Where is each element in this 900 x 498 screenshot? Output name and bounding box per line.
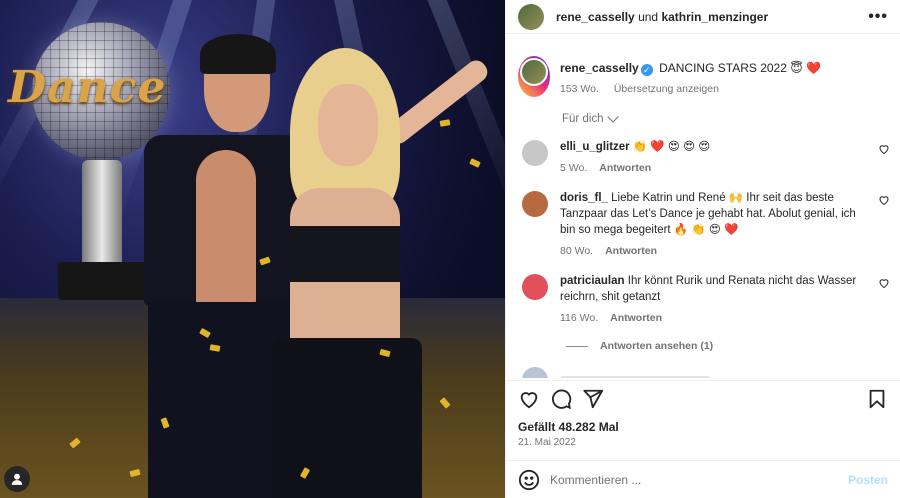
comment-input[interactable]	[550, 472, 848, 487]
more-dots-icon[interactable]: •••	[868, 8, 888, 26]
avatar	[520, 58, 548, 86]
view-replies-button[interactable]: Antworten ansehen (1)	[566, 340, 888, 352]
comment-icon[interactable]	[550, 388, 572, 410]
replies-divider	[566, 345, 588, 347]
post-sidebar: rene_casselly und kathrin_menzinger ••• …	[505, 0, 900, 498]
post-date: 21. Mai 2022	[518, 437, 576, 448]
comment-username[interactable]: patriciaulan	[560, 275, 625, 287]
author-avatar-story-ring[interactable]	[518, 56, 550, 97]
post-comment-button[interactable]: Posten	[848, 473, 888, 487]
comment-filter-label: Für dich	[562, 113, 604, 125]
avatar[interactable]	[522, 140, 548, 166]
like-comment-heart-icon[interactable]	[878, 277, 890, 289]
comment-item-partial	[518, 366, 888, 378]
comment-item: elli_u_glitzer 👏 ❤️ 😍 😍 😍 5 Wo. Antworten	[518, 139, 890, 176]
avatar[interactable]	[522, 191, 548, 217]
caption-time: 153 Wo.	[560, 83, 599, 95]
add-comment-bar: Posten	[506, 460, 900, 498]
caption-text: DANCING STARS 2022 😇 ❤️	[659, 61, 822, 75]
collaborator-link[interactable]: kathrin_menzinger	[661, 10, 768, 24]
caption-username[interactable]: rene_casselly	[560, 61, 639, 75]
avatar[interactable]	[522, 274, 548, 300]
comment-time: 80 Wo.	[560, 245, 594, 257]
comment-username[interactable]: elli_u_glitzer	[560, 141, 630, 153]
share-icon[interactable]	[582, 388, 604, 410]
post-photo[interactable]: Dance	[0, 0, 505, 498]
post-header: rene_casselly und kathrin_menzinger •••	[506, 0, 900, 34]
avatar[interactable]	[522, 367, 548, 378]
translate-link[interactable]: Übersetzung anzeigen	[614, 83, 719, 95]
female-dancer	[250, 48, 492, 498]
reply-button[interactable]: Antworten	[605, 245, 657, 257]
bookmark-icon[interactable]	[866, 388, 888, 410]
post-caption: rene_casselly ✓ DANCING STARS 2022 😇 ❤️ 1…	[518, 56, 888, 97]
comment-username[interactable]: doris_fl_	[560, 192, 608, 204]
like-comment-heart-icon[interactable]	[878, 194, 890, 206]
heart-icon[interactable]	[518, 388, 540, 410]
comment-text-cut-off	[560, 375, 710, 378]
reply-button[interactable]: Antworten	[610, 312, 662, 324]
post-action-bar	[506, 380, 900, 416]
author-link[interactable]: rene_casselly	[556, 10, 635, 24]
comment-item: doris_fl_ Liebe Katrin und René 🙌 Ihr se…	[518, 190, 890, 259]
like-comment-heart-icon[interactable]	[878, 143, 890, 155]
emoji-icon[interactable]	[518, 469, 540, 491]
comment-text: 👏 ❤️ 😍 😍 😍	[632, 141, 711, 153]
comment-filter-dropdown[interactable]: Für dich	[562, 111, 888, 125]
chevron-down-icon	[606, 111, 619, 123]
authors-conjunction: und	[638, 9, 659, 24]
reply-button[interactable]: Antworten	[599, 162, 651, 174]
comment-time: 116 Wo.	[560, 312, 599, 324]
post-authors: rene_casselly und kathrin_menzinger	[556, 10, 768, 24]
comment-item: patriciaulan Ihr könnt Rurik und Renata …	[518, 273, 890, 326]
comments-list[interactable]: rene_casselly ✓ DANCING STARS 2022 😇 ❤️ 1…	[506, 34, 900, 378]
view-replies-label: Antworten ansehen (1)	[600, 340, 714, 352]
avatar[interactable]	[518, 3, 544, 30]
like-count[interactable]: Gefällt 48.282 Mal	[518, 420, 619, 434]
instagram-post-modal: Dance rene_casselly und kathrin_menzinge…	[0, 0, 900, 498]
verified-badge-icon: ✓	[640, 64, 653, 76]
tagged-users-icon[interactable]	[4, 466, 30, 492]
comment-time: 5 Wo.	[560, 162, 588, 174]
